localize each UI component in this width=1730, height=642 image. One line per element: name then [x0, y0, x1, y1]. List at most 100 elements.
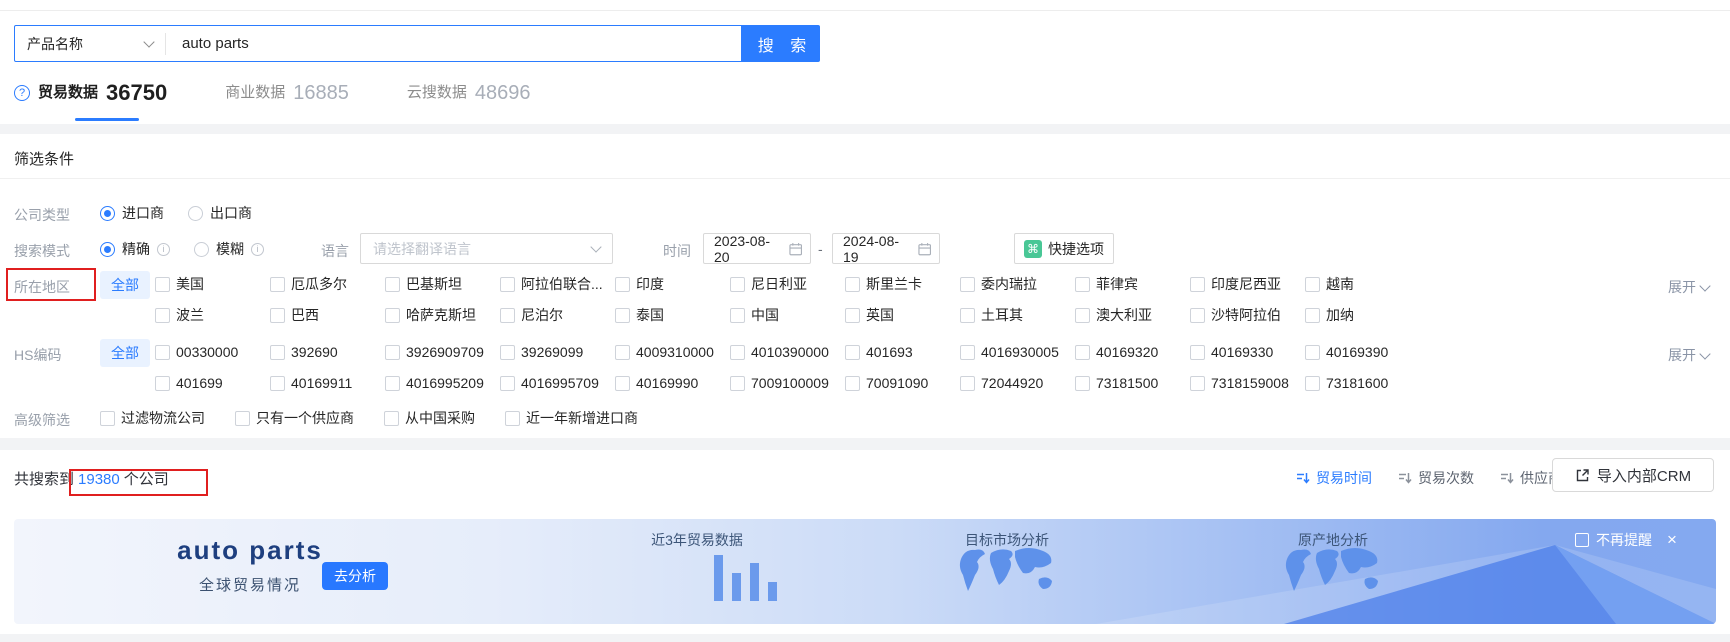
checkbox[interactable] — [845, 307, 860, 323]
search-input[interactable] — [166, 26, 741, 61]
hs-code-checkbox-item[interactable]: 39269099 — [500, 344, 615, 360]
hs-all-tag[interactable]: 全部 — [100, 339, 150, 367]
region-checkbox-item[interactable]: 印度 — [615, 274, 730, 294]
tab-cloud-search-data[interactable]: 云搜数据 48696 — [407, 82, 531, 108]
checkbox[interactable] — [235, 410, 250, 426]
checkbox[interactable] — [730, 344, 745, 360]
region-checkbox-item[interactable]: 加纳 — [1305, 305, 1420, 325]
checkbox[interactable] — [155, 307, 170, 323]
info-icon[interactable]: i — [157, 242, 170, 256]
checkbox[interactable] — [960, 344, 975, 360]
region-checkbox-item[interactable]: 菲律宾 — [1075, 274, 1190, 294]
radio-icon[interactable] — [100, 205, 115, 221]
checkbox[interactable] — [615, 276, 630, 292]
import-crm-button[interactable]: 导入内部CRM — [1552, 458, 1714, 492]
region-checkbox-item[interactable]: 沙特阿拉伯 — [1190, 305, 1305, 325]
checkbox[interactable] — [1305, 307, 1320, 323]
checkbox[interactable] — [615, 344, 630, 360]
hs-code-checkbox-item[interactable]: 70091090 — [845, 375, 960, 391]
checkbox[interactable] — [270, 375, 285, 391]
checkbox[interactable] — [1305, 344, 1320, 360]
hs-code-checkbox-item[interactable]: 40169330 — [1190, 344, 1305, 360]
region-checkbox-item[interactable]: 巴西 — [270, 305, 385, 325]
checkbox[interactable] — [845, 344, 860, 360]
region-checkbox-item[interactable]: 印度尼西亚 — [1190, 274, 1305, 294]
end-date-input[interactable]: 2024-08-19 — [832, 233, 940, 265]
checkbox[interactable] — [1190, 307, 1205, 323]
checkbox[interactable] — [960, 307, 975, 323]
checkbox[interactable] — [500, 276, 515, 292]
checkbox[interactable] — [1305, 375, 1320, 391]
hs-code-checkbox-item[interactable]: 392690 — [270, 344, 385, 360]
checkbox[interactable] — [385, 307, 400, 323]
checkbox[interactable] — [500, 307, 515, 323]
checkbox[interactable] — [270, 307, 285, 323]
hs-code-checkbox-item[interactable]: 401693 — [845, 344, 960, 360]
checkbox[interactable] — [385, 344, 400, 360]
hs-code-checkbox-item[interactable]: 40169320 — [1075, 344, 1190, 360]
radio-icon[interactable] — [188, 205, 203, 221]
hs-code-checkbox-item[interactable]: 3926909709 — [385, 344, 500, 360]
region-expand-toggle[interactable]: 展开 — [1668, 277, 1711, 297]
checkbox[interactable] — [960, 375, 975, 391]
checkbox[interactable] — [1305, 276, 1320, 292]
region-checkbox-item[interactable]: 中国 — [730, 305, 845, 325]
region-checkbox-item[interactable]: 阿拉伯联合... — [500, 274, 615, 294]
checkbox[interactable] — [730, 276, 745, 292]
search-category-select[interactable]: 产品名称 — [15, 26, 165, 61]
hs-code-checkbox-item[interactable]: 40169911 — [270, 375, 385, 391]
region-checkbox-item[interactable]: 尼日利亚 — [730, 274, 845, 294]
region-checkbox-item[interactable]: 巴基斯坦 — [385, 274, 500, 294]
checkbox[interactable] — [155, 375, 170, 391]
sort-trade-time[interactable]: 贸易时间 — [1296, 468, 1372, 488]
question-circle-icon[interactable]: ? — [14, 85, 30, 101]
checkbox[interactable] — [960, 276, 975, 292]
region-checkbox-item[interactable]: 土耳其 — [960, 305, 1075, 325]
checkbox[interactable] — [270, 344, 285, 360]
region-checkbox-item[interactable]: 委内瑞拉 — [960, 274, 1075, 294]
region-checkbox-item[interactable]: 波兰 — [155, 305, 270, 325]
checkbox[interactable] — [270, 276, 285, 292]
hs-code-checkbox-item[interactable]: 4010390000 — [730, 344, 845, 360]
hs-code-checkbox-item[interactable]: 73181500 — [1075, 375, 1190, 391]
radio-exact-match[interactable]: 精确 i — [100, 239, 170, 259]
close-icon[interactable]: × — [1667, 531, 1677, 548]
hs-code-checkbox-item[interactable]: 40169390 — [1305, 344, 1420, 360]
search-button[interactable]: 搜 索 — [742, 25, 820, 62]
checkbox[interactable] — [100, 410, 115, 426]
region-checkbox-item[interactable]: 尼泊尔 — [500, 305, 615, 325]
advanced-checkbox-item[interactable]: 过滤物流公司 — [100, 408, 205, 428]
radio-icon[interactable] — [194, 241, 209, 257]
checkbox[interactable] — [845, 276, 860, 292]
hs-code-checkbox-item[interactable]: 4016995209 — [385, 375, 500, 391]
language-select[interactable]: 请选择翻译语言 — [360, 233, 613, 264]
hs-expand-toggle[interactable]: 展开 — [1668, 345, 1711, 365]
radio-exporter[interactable]: 出口商 — [188, 203, 252, 223]
hs-code-checkbox-item[interactable]: 4009310000 — [615, 344, 730, 360]
checkbox[interactable] — [1075, 307, 1090, 323]
checkbox[interactable] — [155, 276, 170, 292]
checkbox[interactable] — [730, 375, 745, 391]
radio-icon[interactable] — [100, 241, 115, 257]
region-checkbox-item[interactable]: 哈萨克斯坦 — [385, 305, 500, 325]
tab-business-data[interactable]: 商业数据 16885 — [225, 82, 349, 108]
checkbox[interactable] — [730, 307, 745, 323]
hs-code-checkbox-item[interactable]: 00330000 — [155, 344, 270, 360]
hs-code-checkbox-item[interactable]: 40169990 — [615, 375, 730, 391]
checkbox[interactable] — [615, 375, 630, 391]
hs-code-checkbox-item[interactable]: 401699 — [155, 375, 270, 391]
hs-code-checkbox-item[interactable]: 4016995709 — [500, 375, 615, 391]
region-checkbox-item[interactable]: 泰国 — [615, 305, 730, 325]
hs-code-checkbox-item[interactable]: 7318159008 — [1190, 375, 1305, 391]
region-all-tag[interactable]: 全部 — [100, 271, 150, 299]
hs-code-checkbox-item[interactable]: 73181600 — [1305, 375, 1420, 391]
checkbox[interactable] — [385, 276, 400, 292]
checkbox[interactable] — [1075, 375, 1090, 391]
hs-code-checkbox-item[interactable]: 72044920 — [960, 375, 1075, 391]
region-checkbox-item[interactable]: 厄瓜多尔 — [270, 274, 385, 294]
quick-options-button[interactable]: ⌘ 快捷选项 — [1014, 233, 1114, 264]
go-analyze-button[interactable]: 去分析 — [322, 562, 388, 590]
checkbox[interactable] — [1190, 344, 1205, 360]
radio-importer[interactable]: 进口商 — [100, 203, 164, 223]
sort-trade-count[interactable]: 贸易次数 — [1398, 468, 1474, 488]
